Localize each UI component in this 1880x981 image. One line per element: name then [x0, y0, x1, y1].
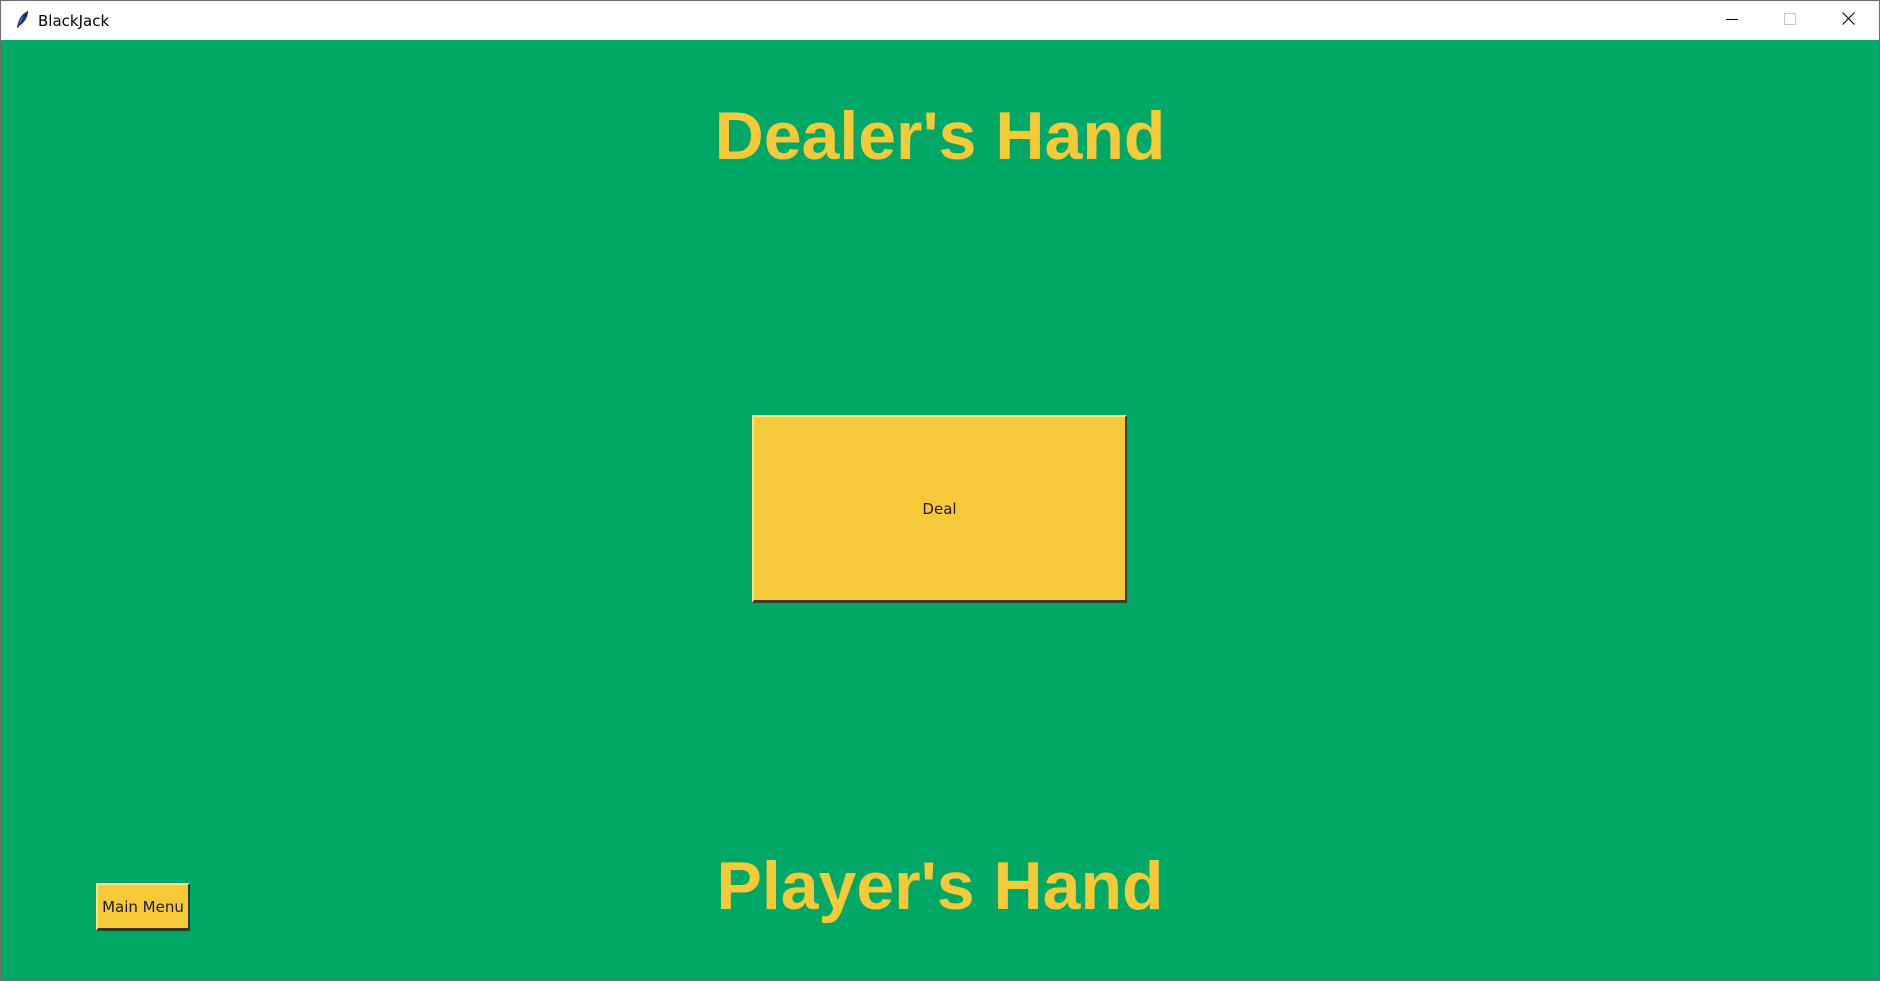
- close-icon: [1841, 11, 1855, 30]
- main-menu-button[interactable]: Main Menu: [96, 883, 190, 931]
- title-bar[interactable]: BlackJack: [1, 1, 1879, 40]
- blackjack-window: BlackJack Dealer's Hand Deal Player's Ha…: [0, 0, 1880, 981]
- game-table: Dealer's Hand Deal Player's Hand Main Me…: [1, 40, 1879, 980]
- window-title: BlackJack: [38, 12, 110, 30]
- close-button[interactable]: [1819, 1, 1877, 40]
- player-hand-heading: Player's Hand: [716, 848, 1164, 924]
- dealer-hand-heading: Dealer's Hand: [714, 98, 1166, 174]
- maximize-icon: [1784, 12, 1796, 30]
- maximize-button[interactable]: [1761, 1, 1819, 40]
- deal-button[interactable]: Deal: [752, 415, 1127, 603]
- minimize-button[interactable]: [1703, 1, 1761, 40]
- feather-icon: [15, 10, 31, 30]
- minimize-icon: [1726, 12, 1738, 30]
